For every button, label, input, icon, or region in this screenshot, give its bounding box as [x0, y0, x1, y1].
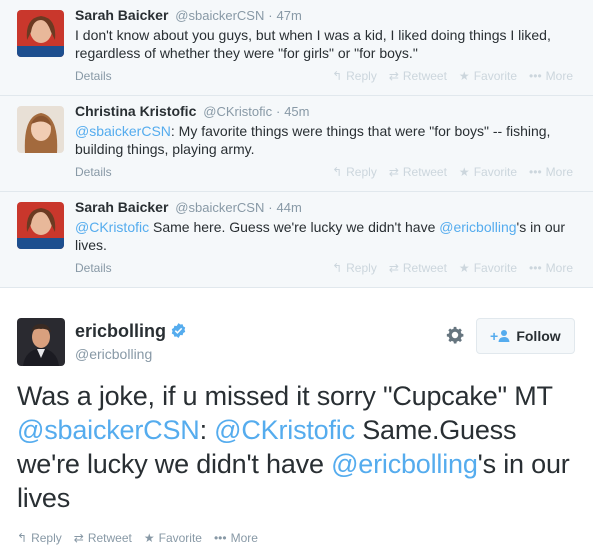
tweet-text-body: Was a joke, if u missed it sorry "Cupcak…	[17, 381, 553, 411]
retweet-icon: ⇄	[73, 531, 84, 545]
reply-action[interactable]: ↰ Reply	[17, 531, 62, 545]
tweet-actions: ↰ Reply ⇄ Retweet ★ Favorite ••• More	[17, 531, 258, 545]
star-icon: ★	[143, 531, 155, 545]
tweet-text-body: Same here. Guess we're lucky we didn't h…	[149, 219, 440, 235]
star-icon: ★	[458, 165, 470, 179]
author-username[interactable]: @ericbolling	[75, 346, 152, 362]
details-link[interactable]: Details	[75, 261, 112, 275]
tweet-text: I don't know about you guys, but when I …	[75, 27, 551, 61]
mention-link[interactable]: @CKristofic	[75, 219, 149, 235]
mention-link[interactable]: @sbaickerCSN	[75, 123, 171, 139]
reply-arrow-icon: ↰	[332, 69, 343, 83]
mention-link[interactable]: @ericbolling	[331, 449, 478, 479]
reply-tweet[interactable]: Sarah Baicker @sbaickerCSN · 44m @CKrist…	[0, 192, 593, 288]
retweet-action[interactable]: ⇄ Retweet	[389, 165, 447, 179]
timestamp[interactable]: 47m	[276, 8, 301, 23]
avatar[interactable]	[17, 106, 64, 153]
favorite-action[interactable]: ★ Favorite	[459, 165, 517, 179]
details-link[interactable]: Details	[75, 165, 112, 179]
tweet-actions: ↰ Reply ⇄ Retweet ★ Favorite ••• More	[332, 69, 573, 83]
more-action[interactable]: ••• More	[529, 165, 573, 179]
avatar[interactable]	[17, 202, 64, 249]
ellipsis-icon: •••	[529, 69, 542, 83]
verified-badge-icon	[171, 323, 186, 338]
retweet-action[interactable]: ⇄ Retweet	[389, 69, 447, 83]
retweet-action[interactable]: ⇄ Retweet	[74, 531, 132, 545]
more-action[interactable]: ••• More	[214, 531, 258, 545]
svg-text:+: +	[490, 329, 498, 343]
more-action[interactable]: ••• More	[529, 69, 573, 83]
mention-link[interactable]: @CKristofic	[214, 415, 355, 445]
tweet-actions: ↰ Reply ⇄ Retweet ★ Favorite ••• More	[332, 165, 573, 179]
reply-action[interactable]: ↰ Reply	[332, 165, 377, 179]
author-username[interactable]: @CKristofic	[203, 104, 272, 119]
ellipsis-icon: •••	[529, 165, 542, 179]
add-user-icon: +	[490, 329, 510, 343]
separator: ·	[268, 8, 273, 23]
ellipsis-icon: •••	[529, 261, 542, 275]
retweet-icon: ⇄	[388, 261, 399, 275]
tweet-text: Was a joke, if u missed it sorry "Cupcak…	[17, 379, 577, 515]
mention-link[interactable]: @ericbolling	[439, 219, 516, 235]
main-tweet: ericbolling @ericbolling + Follow Was a …	[0, 288, 593, 554]
avatar[interactable]	[17, 318, 65, 366]
reply-tweet[interactable]: Christina Kristofic @CKristofic · 45m @s…	[0, 96, 593, 192]
author-username[interactable]: @sbaickerCSN	[175, 8, 264, 23]
ellipsis-icon: •••	[213, 531, 227, 545]
author-name[interactable]: ericbolling	[75, 321, 187, 342]
favorite-action[interactable]: ★ Favorite	[144, 531, 202, 545]
reply-arrow-icon: ↰	[17, 531, 28, 545]
reply-arrow-icon: ↰	[332, 261, 343, 275]
author-name[interactable]: Sarah Baicker	[75, 7, 168, 23]
favorite-action[interactable]: ★ Favorite	[459, 69, 517, 83]
separator: ·	[268, 200, 273, 215]
author-name[interactable]: Christina Kristofic	[75, 103, 196, 119]
star-icon: ★	[458, 69, 470, 83]
separator: ·	[275, 104, 281, 119]
retweet-icon: ⇄	[388, 165, 399, 179]
star-icon: ★	[458, 261, 470, 275]
mention-link[interactable]: @sbaickerCSN	[17, 415, 200, 445]
retweet-action[interactable]: ⇄ Retweet	[389, 261, 447, 275]
follow-button[interactable]: + Follow	[476, 318, 575, 354]
tweet-text: @CKristofic Same here. Guess we're lucky…	[75, 218, 580, 254]
author-name[interactable]: Sarah Baicker	[75, 199, 168, 215]
reply-action[interactable]: ↰ Reply	[332, 261, 377, 275]
avatar[interactable]	[17, 10, 64, 57]
tweet-text: @sbaickerCSN: My favorite things were th…	[75, 122, 580, 158]
reply-action[interactable]: ↰ Reply	[332, 69, 377, 83]
author-username[interactable]: @sbaickerCSN	[175, 200, 264, 215]
timestamp[interactable]: 45m	[284, 104, 309, 119]
tweet-text-body: :	[199, 415, 215, 445]
reply-arrow-icon: ↰	[332, 165, 343, 179]
reply-tweet[interactable]: Sarah Baicker @sbaickerCSN · 47m I don't…	[0, 0, 593, 96]
more-action[interactable]: ••• More	[529, 261, 573, 275]
timestamp[interactable]: 44m	[276, 200, 301, 215]
favorite-action[interactable]: ★ Favorite	[459, 261, 517, 275]
details-link[interactable]: Details	[75, 69, 112, 83]
tweet-actions: ↰ Reply ⇄ Retweet ★ Favorite ••• More	[332, 261, 573, 275]
follow-label: Follow	[516, 328, 561, 344]
retweet-icon: ⇄	[388, 69, 399, 83]
gear-icon[interactable]	[444, 324, 466, 346]
author-name-text[interactable]: ericbolling	[75, 321, 166, 341]
